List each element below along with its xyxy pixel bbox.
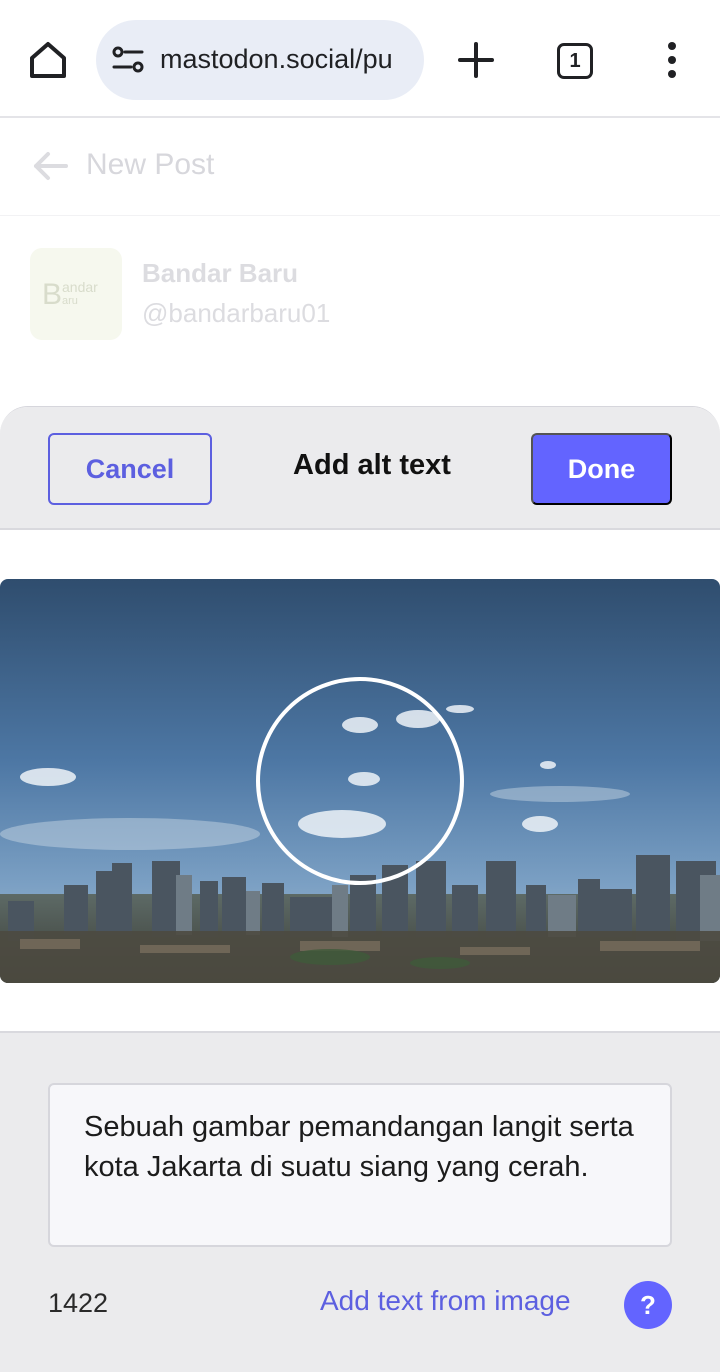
account-handle: @bandarbaru01	[142, 298, 331, 328]
avatar-letter: B	[42, 278, 62, 311]
alt-text-modal: Cancel Add alt text Done Sebuah gambar p…	[0, 406, 720, 1372]
alt-text-form: Sebuah gambar pemandangan langit serta k…	[0, 1031, 720, 1372]
question-mark-icon: ?	[640, 1289, 656, 1320]
page-title: New Post	[86, 148, 215, 181]
browser-toolbar: mastodon.social/pu 1	[0, 0, 720, 118]
url-text: mastodon.social/pu	[160, 44, 393, 74]
help-button[interactable]: ?	[624, 1281, 672, 1329]
site-settings-icon[interactable]	[112, 46, 144, 74]
display-name: Bandar Baru	[142, 258, 299, 288]
add-text-from-image-link[interactable]: Add text from image	[320, 1285, 571, 1317]
done-button[interactable]: Done	[531, 433, 672, 505]
address-bar[interactable]: mastodon.social/pu	[96, 20, 424, 100]
avatar-text-1: andar	[62, 279, 98, 295]
modal-title: Add alt text	[293, 449, 451, 481]
new-tab-button[interactable]	[456, 40, 496, 80]
compose-header: New Post	[0, 118, 720, 216]
browser-menu-button[interactable]	[660, 40, 684, 80]
avatar: B andar aru	[30, 248, 122, 340]
back-arrow-icon[interactable]	[30, 146, 70, 186]
alt-text-input[interactable]: Sebuah gambar pemandangan langit serta k…	[48, 1083, 672, 1247]
home-button[interactable]	[26, 38, 70, 82]
home-icon	[30, 42, 66, 78]
more-vert-icon	[668, 42, 676, 78]
tab-switcher-button[interactable]: 1	[557, 43, 593, 79]
cancel-button[interactable]: Cancel	[48, 433, 212, 505]
avatar-text-2: aru	[62, 295, 78, 307]
character-counter: 1422	[48, 1288, 109, 1318]
tab-count: 1	[569, 49, 581, 72]
modal-header: Cancel Add alt text Done	[0, 407, 720, 530]
image-preview[interactable]	[0, 579, 720, 983]
new-tab-icon	[458, 42, 494, 78]
page: mastodon.social/pu 1 New Post B andar ar…	[0, 0, 720, 1372]
